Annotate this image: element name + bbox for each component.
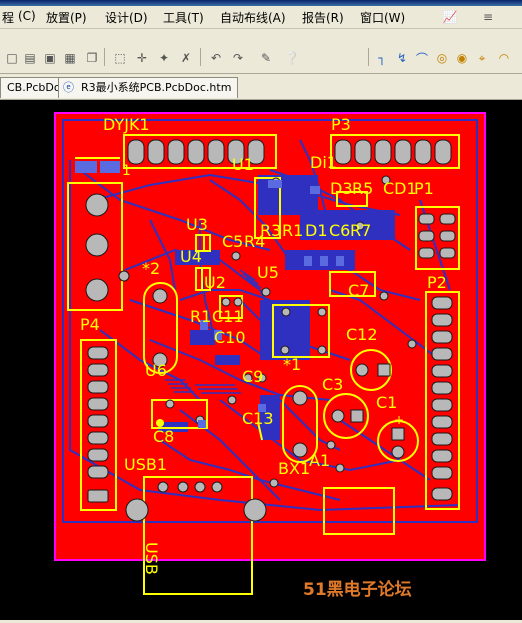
label-dyjk1: DYJK1 <box>103 115 150 134</box>
print-icon[interactable]: ▦ <box>60 48 80 68</box>
menu-item-reports[interactable]: 报告(R) <box>302 9 344 26</box>
label-c7: C7 <box>348 281 369 300</box>
wire-icon[interactable]: ┐ <box>372 48 392 68</box>
tab-pcbdoc-htm[interactable]: ⓔ R3最小系统PCB.PcbDoc.htm <box>58 77 239 98</box>
label-star2: *2 <box>142 259 160 278</box>
label-u1: U1 <box>232 155 254 174</box>
pencil-icon[interactable]: ✎ <box>256 48 276 68</box>
menu-bar: 程 (C) 放置(P) 设计(D) 工具(T) 自动布线(A) 报告(R) 窗口… <box>0 6 522 29</box>
ie-page-icon: ⓔ <box>63 81 74 94</box>
document-tabs: CB.PcbDoc ⓔ R3最小系统PCB.PcbDoc.htm <box>0 75 522 100</box>
arc-place-icon[interactable]: ◠ <box>494 48 514 68</box>
via-icon[interactable]: ◉ <box>452 48 472 68</box>
save-icon[interactable]: ▣ <box>40 48 60 68</box>
label-p2: P2 <box>427 273 447 292</box>
cross-select-icon[interactable]: ✦ <box>154 48 174 68</box>
undo-icon[interactable]: ↶ <box>206 48 226 68</box>
label-cd1: CD1 <box>383 179 417 198</box>
tab-label: R3最小系统PCB.PcbDoc.htm <box>81 81 232 94</box>
layer-icon[interactable]: ≡ <box>478 7 498 27</box>
label-u2: U2 <box>204 273 226 292</box>
label-star1: *1 <box>283 355 301 374</box>
label-r5: R5 <box>352 179 373 198</box>
label-di1: Di1 <box>310 153 337 172</box>
redo-icon[interactable]: ↷ <box>228 48 248 68</box>
label-pin1: 1 <box>122 163 131 179</box>
pcb-layout: DYJK1 P3 1 U1 Di1 D3 R5 CD1 P1 U3 R3 R1 … <box>54 112 486 595</box>
label-r1d: R1 <box>282 221 303 240</box>
label-c1: C1 <box>376 393 397 412</box>
label-c11: C11 <box>212 307 244 326</box>
new-icon[interactable]: □ <box>2 48 22 68</box>
label-c8: C8 <box>153 427 174 446</box>
pin1-marker <box>75 161 97 173</box>
polarity-dot <box>156 419 164 427</box>
label-c9: C9 <box>242 367 263 386</box>
pad-icon[interactable]: ◎ <box>432 48 452 68</box>
deselect-icon[interactable]: ✗ <box>176 48 196 68</box>
label-c10: C10 <box>214 328 246 347</box>
pcb-canvas[interactable]: DYJK1 P3 1 U1 Di1 D3 R5 CD1 P1 U3 R3 R1 … <box>0 100 522 620</box>
pin1-marker <box>100 161 120 173</box>
toolbar: □ ▤ ▣ ▦ ❐ ⬚ ✛ ✦ ✗ ↶ ↷ ✎ ❔ ┐ ↯ ⌒ ◎ ◉ ⌖ ◠ <box>0 29 522 74</box>
label-p3: P3 <box>331 115 351 134</box>
label-c6: C6 <box>329 221 350 240</box>
menu-item-autoroute[interactable]: 自动布线(A) <box>220 9 286 26</box>
menu-item-place[interactable]: 放置(P) <box>46 9 87 26</box>
menu-item-tools[interactable]: 工具(T) <box>163 9 204 26</box>
label-usb1: USB1 <box>124 455 167 474</box>
menu-item-window[interactable]: 窗口(W) <box>360 9 405 26</box>
toolbar-separator <box>200 48 201 66</box>
label-c12: C12 <box>346 325 378 344</box>
label-c5: C5 <box>222 232 243 251</box>
move-icon[interactable]: ✛ <box>132 48 152 68</box>
label-u6: U6 <box>145 361 167 380</box>
label-d1b: D1 <box>305 221 328 240</box>
label-bx1: BX1 <box>278 459 310 478</box>
label-p4: P4 <box>80 315 100 334</box>
toolbar-separator <box>104 48 105 66</box>
label-u4: U4 <box>180 247 202 266</box>
label-a1: A1 <box>309 451 330 470</box>
label-p1: P1 <box>414 179 434 198</box>
label-r4: R4 <box>244 232 265 251</box>
label-c13: C13 <box>242 409 274 428</box>
label-plus: + <box>394 413 404 427</box>
label-usb: USB <box>142 542 161 575</box>
chart-icon[interactable]: 📈 <box>440 7 460 27</box>
label-d3: D3 <box>330 179 353 198</box>
label-u3: U3 <box>186 215 208 234</box>
copy-icon[interactable]: ❐ <box>82 48 102 68</box>
label-r7: R7 <box>350 221 371 240</box>
arc-icon[interactable]: ⌒ <box>412 48 432 68</box>
select-icon[interactable]: ⬚ <box>110 48 130 68</box>
label-c3: C3 <box>322 375 343 394</box>
label-u5: U5 <box>257 263 279 282</box>
component-icon[interactable]: ⌖ <box>472 48 492 68</box>
menu-item-project[interactable]: 程 <box>2 9 14 26</box>
open-icon[interactable]: ▤ <box>20 48 40 68</box>
help-icon[interactable]: ❔ <box>282 48 302 68</box>
watermark: 51黑电子论坛 <box>303 580 412 600</box>
menu-item-design[interactable]: 设计(D) <box>105 9 148 26</box>
label-r1: R1 <box>190 307 211 326</box>
menu-item-c[interactable]: (C) <box>18 9 36 23</box>
toolbar-separator <box>368 48 369 66</box>
route-icon[interactable]: ↯ <box>392 48 412 68</box>
